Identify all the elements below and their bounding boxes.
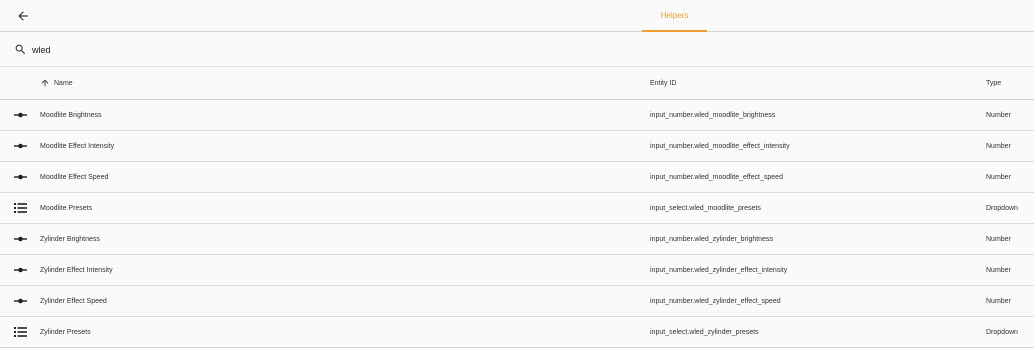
table-header: Name Entity ID Type bbox=[0, 67, 1034, 100]
row-type: Dropdown bbox=[986, 204, 1018, 212]
row-entity-id: input_select.wled_moodlite_presets bbox=[650, 204, 761, 212]
row-entity-id: input_number.wled_moodlite_effect_intens… bbox=[650, 142, 790, 150]
slider-icon bbox=[14, 174, 27, 180]
column-header-name[interactable]: Name bbox=[40, 67, 73, 99]
table-row[interactable]: Moodlite Effect Speed input_number.wled_… bbox=[0, 162, 1034, 193]
row-entity-id: input_number.wled_moodlite_effect_speed bbox=[650, 173, 783, 181]
column-header-name-label: Name bbox=[54, 79, 73, 87]
table-row[interactable]: Zylinder Effect Intensity input_number.w… bbox=[0, 255, 1034, 286]
row-entity-id: input_number.wled_moodlite_brightness bbox=[650, 111, 776, 119]
row-type: Number bbox=[986, 142, 1011, 150]
top-bar: Helpers bbox=[0, 0, 1034, 32]
row-entity-id: input_number.wled_zylinder_brightness bbox=[650, 235, 773, 243]
row-name: Zylinder Effect Speed bbox=[40, 297, 107, 305]
slider-icon bbox=[14, 267, 27, 273]
row-type: Number bbox=[986, 266, 1011, 274]
row-type: Number bbox=[986, 111, 1011, 119]
row-type: Dropdown bbox=[986, 328, 1018, 336]
row-name: Moodlite Effect Speed bbox=[40, 173, 109, 181]
table-row[interactable]: Moodlite Effect Intensity input_number.w… bbox=[0, 131, 1034, 162]
row-entity-id: input_select.wled_zylinder_presets bbox=[650, 328, 759, 336]
table-row[interactable]: Moodlite Presets input_select.wled_moodl… bbox=[0, 193, 1034, 224]
column-header-type[interactable]: Type bbox=[986, 67, 1001, 99]
table-row[interactable]: Zylinder Brightness input_number.wled_zy… bbox=[0, 224, 1034, 255]
row-name: Moodlite Effect Intensity bbox=[40, 142, 115, 150]
column-header-entity-id[interactable]: Entity ID bbox=[650, 67, 676, 99]
slider-icon bbox=[14, 143, 27, 149]
column-header-type-label: Type bbox=[986, 79, 1002, 87]
slider-icon bbox=[14, 236, 27, 242]
search-icon bbox=[15, 44, 26, 55]
list-icon bbox=[14, 203, 27, 213]
table-row[interactable]: Zylinder Presets input_select.wled_zylin… bbox=[0, 317, 1034, 348]
tab-helpers-label: Helpers bbox=[660, 10, 689, 20]
row-type: Number bbox=[986, 173, 1011, 181]
column-header-entity-id-label: Entity ID bbox=[650, 79, 677, 87]
arrow-up-icon bbox=[41, 79, 49, 87]
row-name: Zylinder Presets bbox=[40, 328, 91, 336]
slider-icon bbox=[14, 298, 27, 304]
search-bar bbox=[0, 32, 1034, 67]
table-row[interactable]: Zylinder Effect Speed input_number.wled_… bbox=[0, 286, 1034, 317]
list-icon bbox=[14, 327, 27, 337]
arrow-left-icon bbox=[18, 11, 28, 21]
back-button[interactable] bbox=[12, 5, 34, 27]
slider-icon bbox=[14, 112, 27, 118]
row-name: Zylinder Brightness bbox=[40, 235, 100, 243]
row-name: Zylinder Effect Intensity bbox=[40, 266, 113, 274]
tab-helpers[interactable]: Helpers bbox=[642, 0, 707, 32]
search-input[interactable] bbox=[32, 41, 432, 58]
table-body: Moodlite Brightness input_number.wled_mo… bbox=[0, 100, 1034, 348]
row-name: Moodlite Presets bbox=[40, 204, 93, 212]
row-entity-id: input_number.wled_zylinder_effect_speed bbox=[650, 297, 781, 305]
row-type: Number bbox=[986, 235, 1011, 243]
table-row[interactable]: Moodlite Brightness input_number.wled_mo… bbox=[0, 100, 1034, 131]
row-name: Moodlite Brightness bbox=[40, 111, 102, 119]
row-entity-id: input_number.wled_zylinder_effect_intens… bbox=[650, 266, 788, 274]
row-type: Number bbox=[986, 297, 1011, 305]
